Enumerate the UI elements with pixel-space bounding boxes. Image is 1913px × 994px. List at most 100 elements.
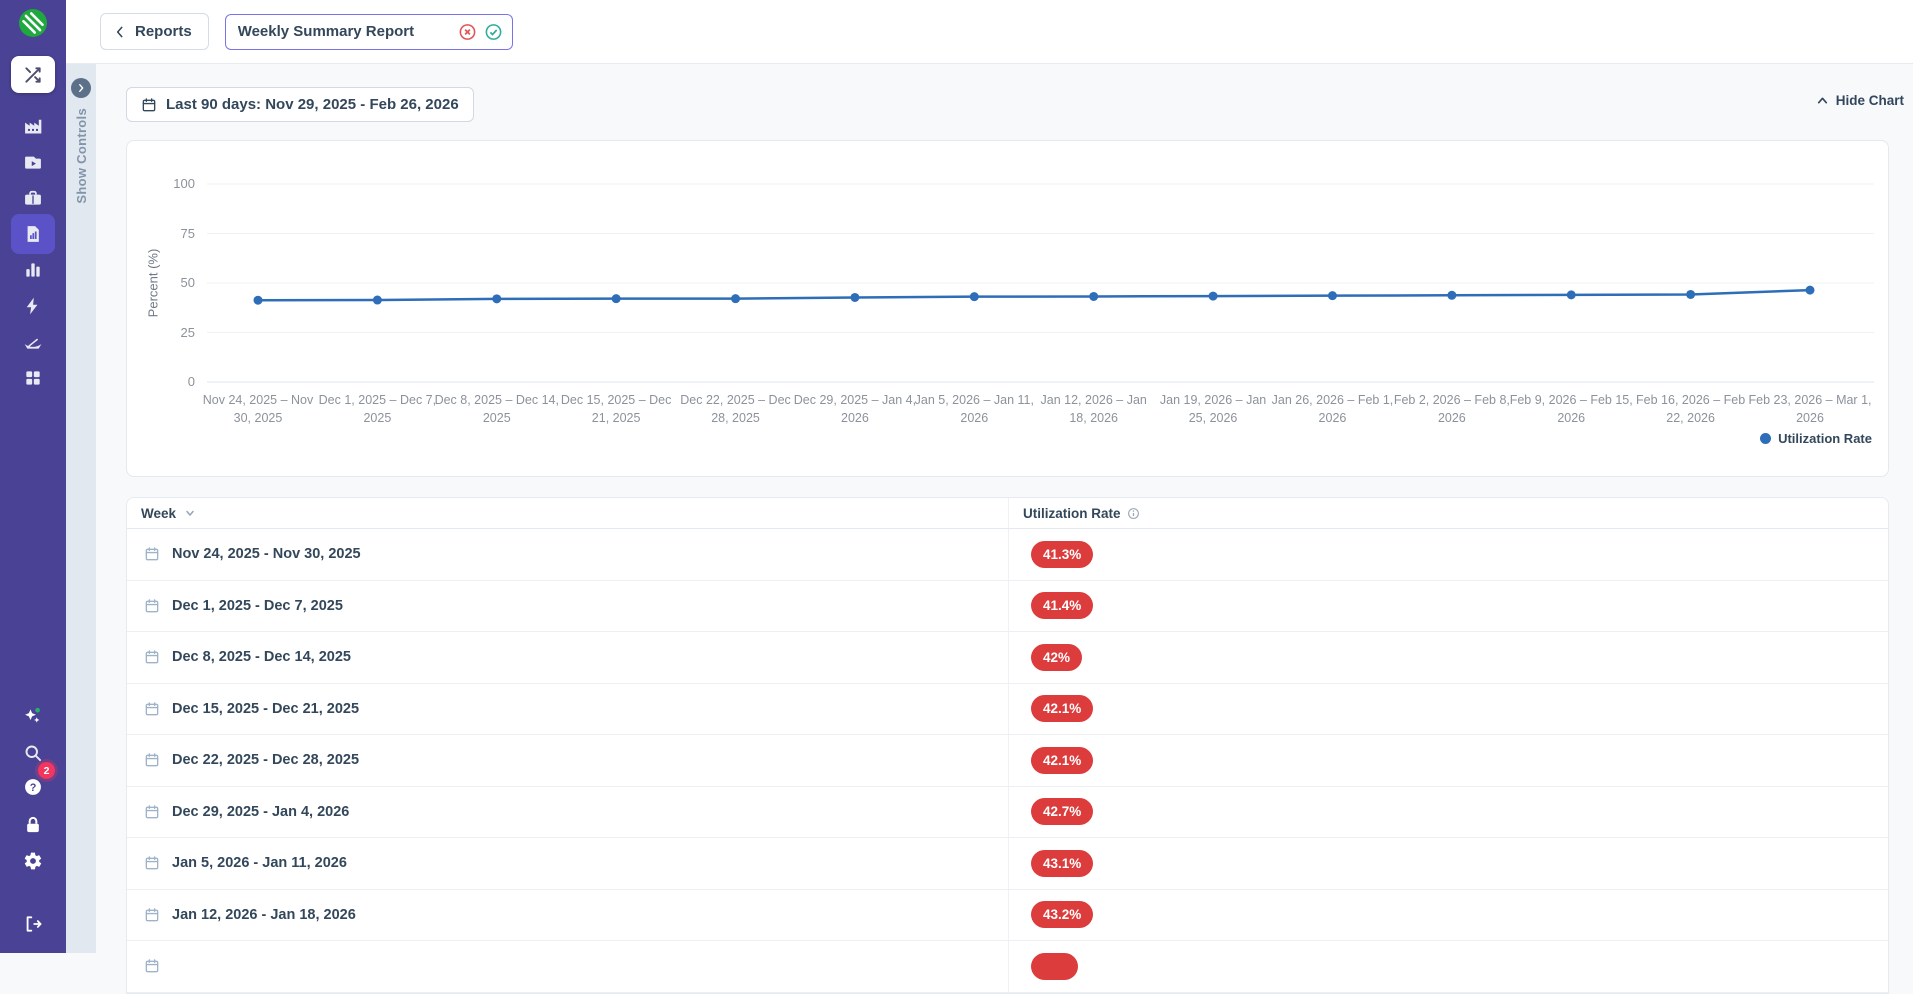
week-cell: Dec 29, 2025 - Jan 4, 2026 (127, 787, 1009, 838)
show-controls-panel-toggle[interactable]: Show Controls (66, 64, 96, 953)
y-tick-label: 75 (155, 226, 195, 241)
report-title-wrap (225, 14, 513, 50)
x-axis-label: Dec 8, 2025 – Dec 14, 2025 (434, 391, 560, 427)
x-axis-label: Dec 1, 2025 – Dec 7, 2025 (314, 391, 440, 427)
week-range-label: Dec 8, 2025 - Dec 14, 2025 (172, 649, 351, 665)
week-cell: Jan 5, 2026 - Jan 11, 2026 (127, 838, 1009, 889)
week-range-label: Nov 24, 2025 - Nov 30, 2025 (172, 546, 361, 562)
calendar-icon (144, 701, 160, 717)
utilization-rate-badge: 43.2% (1031, 901, 1093, 928)
y-tick-label: 100 (155, 176, 195, 191)
chevron-left-icon (113, 25, 127, 39)
table-row[interactable]: Dec 22, 2025 - Dec 28, 2025 42.1% (127, 735, 1888, 787)
calendar-icon (144, 598, 160, 614)
bolt-icon[interactable] (11, 286, 55, 326)
rate-cell: 43.1% (1009, 838, 1888, 889)
week-range-label: Dec 15, 2025 - Dec 21, 2025 (172, 701, 359, 717)
sidebar: ? 2 (0, 0, 66, 953)
table-row[interactable]: Nov 24, 2025 - Nov 30, 2025 41.3% (127, 529, 1888, 581)
x-axis-label: Jan 12, 2026 – Jan 18, 2026 (1031, 391, 1157, 427)
x-axis-label: Jan 5, 2026 – Jan 11, 2026 (911, 391, 1037, 427)
x-axis-label: Dec 29, 2025 – Jan 4, 2026 (792, 391, 918, 427)
utilization-rate-header-label: Utilization Rate (1023, 506, 1121, 521)
table-row[interactable]: Dec 29, 2025 - Jan 4, 2026 42.7% (127, 787, 1888, 839)
utilization-rate-badge: 42.7% (1031, 798, 1093, 825)
x-axis-label: Feb 2, 2026 – Feb 8, 2026 (1389, 391, 1515, 427)
rate-cell: 41.3% (1009, 529, 1888, 580)
main-content: Last 90 days: Nov 29, 2025 - Feb 26, 202… (96, 64, 1913, 953)
rate-cell: 42% (1009, 632, 1888, 683)
week-cell: Dec 22, 2025 - Dec 28, 2025 (127, 735, 1009, 786)
utilization-chart-card: Percent (%) 0255075100 Nov 24, 2025 – No… (126, 140, 1889, 477)
rate-cell: 42.7% (1009, 787, 1888, 838)
week-cell (127, 941, 1009, 992)
table-row[interactable]: Jan 12, 2026 - Jan 18, 2026 43.2% (127, 890, 1888, 942)
x-axis-label: Jan 19, 2026 – Jan 25, 2026 (1150, 391, 1276, 427)
reports-doc-icon[interactable] (11, 214, 55, 254)
rate-cell: 43.2% (1009, 890, 1888, 941)
week-cell: Jan 12, 2026 - Jan 18, 2026 (127, 890, 1009, 941)
settings-gear-icon[interactable] (11, 841, 55, 881)
table-header-row: Week Utilization Rate (127, 498, 1888, 529)
y-tick-label: 25 (155, 325, 195, 340)
info-icon[interactable] (1127, 507, 1140, 520)
sort-chevron-down-icon (184, 507, 196, 519)
date-range-filter-button[interactable]: Last 90 days: Nov 29, 2025 - Feb 26, 202… (126, 87, 474, 122)
legend-utilization-rate[interactable]: Utilization Rate (1760, 431, 1872, 446)
hide-chart-label: Hide Chart (1836, 93, 1904, 108)
date-range-label: Last 90 days: Nov 29, 2025 - Feb 26, 202… (166, 96, 459, 113)
ai-sparkles-icon[interactable] (11, 696, 55, 736)
table-row[interactable]: Dec 8, 2025 - Dec 14, 2025 42% (127, 632, 1888, 684)
week-range-label: Dec 22, 2025 - Dec 28, 2025 (172, 752, 359, 768)
lock-icon[interactable] (11, 805, 55, 845)
legend-dot-icon (1760, 433, 1771, 444)
rate-cell: 42.1% (1009, 735, 1888, 786)
utilization-rate-badge: 41.3% (1031, 541, 1093, 568)
x-axis-label: Feb 16, 2026 – Feb 22, 2026 (1628, 391, 1754, 427)
apps-grid-icon[interactable] (11, 358, 55, 398)
week-cell: Dec 15, 2025 - Dec 21, 2025 (127, 684, 1009, 735)
calendar-icon (144, 804, 160, 820)
utilization-rate-badge: 41.4% (1031, 592, 1093, 619)
y-tick-label: 50 (155, 275, 195, 290)
chevron-right-circle-icon[interactable] (71, 78, 91, 98)
calendar-icon (141, 97, 157, 113)
utilization-rate-badge: 43.1% (1031, 850, 1093, 877)
y-tick-label: 0 (155, 374, 195, 389)
back-to-reports-button[interactable]: Reports (100, 13, 209, 50)
x-axis-label: Feb 23, 2026 – Mar 1, 2026 (1747, 391, 1873, 427)
shuffle-icon[interactable] (11, 56, 55, 93)
x-axis-label: Nov 24, 2025 – Nov 30, 2025 (195, 391, 321, 427)
chevron-up-icon (1816, 94, 1829, 107)
help-icon[interactable]: ? 2 (11, 767, 55, 807)
weekly-utilization-table: Week Utilization Rate Nov 24, 2025 - Nov… (126, 497, 1889, 994)
bar-chart-icon[interactable] (11, 250, 55, 290)
toolbox-icon[interactable] (11, 178, 55, 218)
week-range-label: Jan 5, 2026 - Jan 11, 2026 (172, 855, 347, 871)
week-header-label: Week (141, 506, 176, 521)
top-header: Reports (66, 0, 1913, 64)
canoe-icon[interactable] (11, 322, 55, 362)
week-cell: Nov 24, 2025 - Nov 30, 2025 (127, 529, 1009, 580)
back-button-label: Reports (135, 23, 192, 40)
utilization-rate-badge: 42% (1031, 644, 1082, 671)
table-row[interactable]: Dec 1, 2025 - Dec 7, 2025 41.4% (127, 581, 1888, 633)
logout-icon[interactable] (11, 904, 55, 944)
factory-icon[interactable] (11, 106, 55, 146)
week-range-label: Dec 1, 2025 - Dec 7, 2025 (172, 598, 343, 614)
rate-cell: 42.1% (1009, 684, 1888, 735)
table-row-partial[interactable] (127, 941, 1888, 993)
utilization-rate-badge: 42.1% (1031, 747, 1093, 774)
table-row[interactable]: Jan 5, 2026 - Jan 11, 2026 43.1% (127, 838, 1888, 890)
confirm-edit-icon[interactable] (484, 22, 503, 41)
rate-cell: 41.4% (1009, 581, 1888, 632)
calendar-icon (144, 649, 160, 665)
cancel-edit-icon[interactable] (458, 22, 477, 41)
hide-chart-button[interactable]: Hide Chart (1816, 93, 1904, 108)
week-range-label: Jan 12, 2026 - Jan 18, 2026 (172, 907, 356, 923)
app-logo[interactable] (18, 8, 48, 38)
column-header-week[interactable]: Week (127, 498, 1009, 528)
projects-icon[interactable] (11, 142, 55, 182)
week-cell: Dec 8, 2025 - Dec 14, 2025 (127, 632, 1009, 683)
table-row[interactable]: Dec 15, 2025 - Dec 21, 2025 42.1% (127, 684, 1888, 736)
